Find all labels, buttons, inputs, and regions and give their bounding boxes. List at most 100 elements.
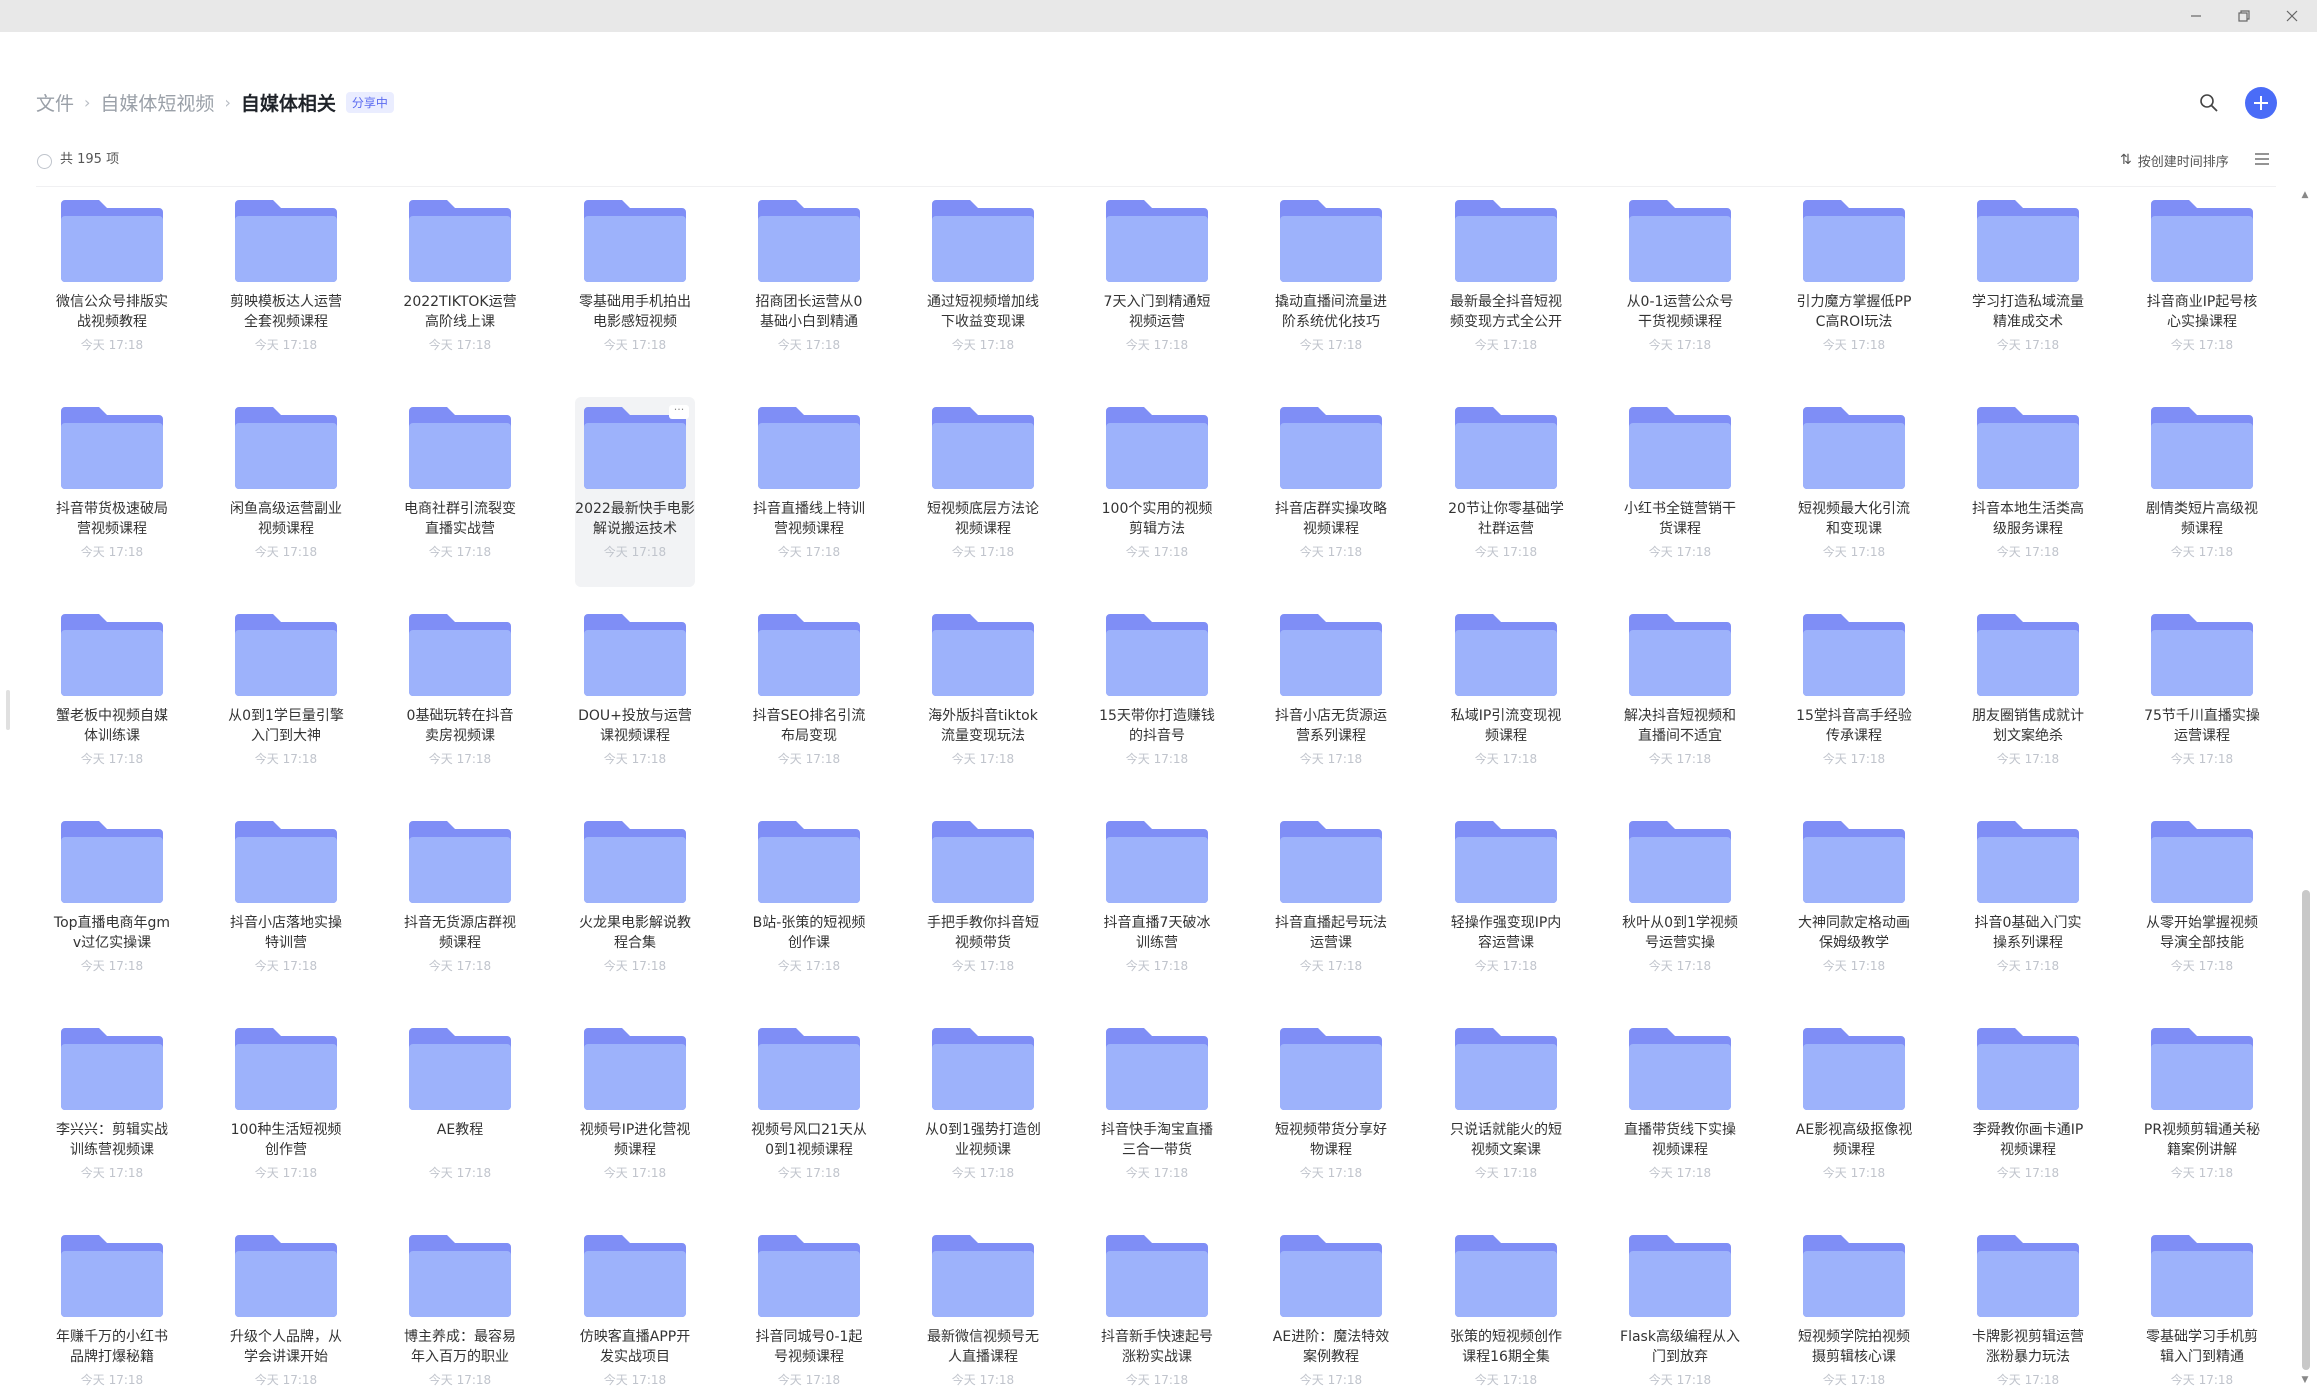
folder-item[interactable]: 抖音新手快速起号涨粉实战课 今天 17:18 [1097, 1225, 1217, 1392]
folder-item[interactable]: 2022TIKTOK运营高阶线上课 今天 17:18 [400, 190, 520, 380]
folder-name: 大神同款定格动画保姆级教学 [1798, 915, 1910, 951]
folder-time: 今天 17:18 [254, 1166, 318, 1180]
folder-item[interactable]: 秋叶从0到1学视频号运营实操 今天 17:18 [1620, 811, 1740, 1001]
folder-item[interactable]: 抖音0基础入门实操系列课程 今天 17:18 [1968, 811, 2088, 1001]
add-button[interactable] [2245, 87, 2277, 119]
folder-item[interactable]: 升级个人品牌，从学会讲课开始 今天 17:18 [226, 1225, 346, 1392]
folder-item[interactable]: AE教程 今天 17:18 [400, 1018, 520, 1208]
folder-item[interactable]: 从零开始掌握视频导演全部技能 今天 17:18 [2142, 811, 2262, 1001]
folder-item[interactable]: 抖音本地生活类高级服务课程 今天 17:18 [1968, 397, 2088, 587]
folder-item[interactable]: 100个实用的视频剪辑方法 今天 17:18 [1097, 397, 1217, 587]
scrollbar-thumb[interactable] [2302, 890, 2310, 1370]
folder-item[interactable]: 20节让你零基础学社群运营 今天 17:18 [1446, 397, 1566, 587]
folder-item[interactable]: 只说话就能火的短视频文案课 今天 17:18 [1446, 1018, 1566, 1208]
folder-item[interactable]: 最新最全抖音短视频变现方式全公开 今天 17:18 [1446, 190, 1566, 380]
folder-item[interactable]: AE进阶：魔法特效案例教程 今天 17:18 [1271, 1225, 1391, 1392]
folder-item[interactable]: 15堂抖音高手经验传承课程 今天 17:18 [1794, 604, 1914, 794]
folder-item[interactable]: 海外版抖音tiktok流量变现玩法 今天 17:18 [923, 604, 1043, 794]
more-options-icon[interactable]: ··· [669, 404, 689, 419]
folder-item[interactable]: 抖音带货极速破局营视频课程 今天 17:18 [52, 397, 172, 587]
sidebar-resize-handle[interactable] [6, 690, 10, 730]
folder-item[interactable]: 私域IP引流变现视频课程 今天 17:18 [1446, 604, 1566, 794]
folder-item[interactable]: 从0-1运营公众号干货视频课程 今天 17:18 [1620, 190, 1740, 380]
scroll-down-icon[interactable]: ▼ [2300, 1375, 2310, 1385]
folder-item[interactable]: PR视频剪辑通关秘籍案例讲解 今天 17:18 [2142, 1018, 2262, 1208]
folder-item[interactable]: 短视频底层方法论视频课程 今天 17:18 [923, 397, 1043, 587]
folder-item[interactable]: 学习打造私域流量精准成交术 今天 17:18 [1968, 190, 2088, 380]
folder-item[interactable]: 视频号IP进化营视频课程 今天 17:18 [575, 1018, 695, 1208]
folder-item[interactable]: 轻操作强变现IP内容运营课 今天 17:18 [1446, 811, 1566, 1001]
folder-item[interactable]: 短视频带货分享好物课程 今天 17:18 [1271, 1018, 1391, 1208]
folder-item[interactable]: 大神同款定格动画保姆级教学 今天 17:18 [1794, 811, 1914, 1001]
scroll-up-icon[interactable]: ▲ [2300, 190, 2310, 200]
folder-item[interactable]: 李舜教你画卡通IP视频课程 今天 17:18 [1968, 1018, 2088, 1208]
restore-icon[interactable] [2222, 0, 2266, 32]
folder-item[interactable]: 闲鱼高级运营副业视频课程 今天 17:18 [226, 397, 346, 587]
folder-item[interactable]: 0基础玩转在抖音卖房视频课 今天 17:18 [400, 604, 520, 794]
folder-item[interactable]: 撬动直播间流量进阶系统优化技巧 今天 17:18 [1271, 190, 1391, 380]
folder-item[interactable]: 抖音店群实操攻略视频课程 今天 17:18 [1271, 397, 1391, 587]
folder-item[interactable]: 从0到1学巨量引擎入门到大神 今天 17:18 [226, 604, 346, 794]
folder-item[interactable]: 抖音小店落地实操特训营 今天 17:18 [226, 811, 346, 1001]
folder-item[interactable]: 蟹老板中视频自媒体训练课 今天 17:18 [52, 604, 172, 794]
folder-item[interactable]: 抖音小店无货源运营系列课程 今天 17:18 [1271, 604, 1391, 794]
folder-item[interactable]: 7天入门到精通短视频运营 今天 17:18 [1097, 190, 1217, 380]
folder-item[interactable]: 张策的短视频创作课程16期全集 今天 17:18 [1446, 1225, 1566, 1392]
folder-item[interactable]: 抖音直播线上特训营视频课程 今天 17:18 [749, 397, 869, 587]
folder-item[interactable]: AE影视高级抠像视频课程 今天 17:18 [1794, 1018, 1914, 1208]
close-icon[interactable] [2270, 0, 2314, 32]
folder-item[interactable]: B站-张策的短视频创作课 今天 17:18 [749, 811, 869, 1001]
folder-item[interactable]: 微信公众号排版实战视频教程 今天 17:18 [52, 190, 172, 380]
folder-item[interactable]: 从0到1强势打造创业视频课 今天 17:18 [923, 1018, 1043, 1208]
folder-time: 今天 17:18 [1474, 752, 1538, 766]
folder-item[interactable]: Flask高级编程从入门到放弃 今天 17:18 [1620, 1225, 1740, 1392]
folder-item[interactable]: 最新微信视频号无人直播课程 今天 17:18 [923, 1225, 1043, 1392]
folder-item[interactable]: 抖音快手淘宝直播三合一带货 今天 17:18 [1097, 1018, 1217, 1208]
folder-item[interactable]: 直播带货线下实操视频课程 今天 17:18 [1620, 1018, 1740, 1208]
folder-item[interactable]: 短视频学院拍视频摄剪辑核心课 今天 17:18 [1794, 1225, 1914, 1392]
sort-button[interactable]: ⇅ 按创建时间排序 [2120, 150, 2229, 170]
folder-item[interactable]: 视频号风口21天从0到1视频课程 今天 17:18 [749, 1018, 869, 1208]
page-title: 自媒体相关 [240, 92, 336, 115]
folder-item[interactable]: 抖音无货源店群视频课程 今天 17:18 [400, 811, 520, 1001]
folder-item[interactable]: 解决抖音短视频和直播间不适宜 今天 17:18 [1620, 604, 1740, 794]
folder-item[interactable]: 引力魔方掌握低PPC高ROI玩法 今天 17:18 [1794, 190, 1914, 380]
folder-item[interactable]: 剧情类短片高级视频课程 今天 17:18 [2142, 397, 2262, 587]
folder-item[interactable]: 15天带你打造赚钱的抖音号 今天 17:18 [1097, 604, 1217, 794]
folder-item[interactable]: 招商团长运营从0基础小白到精通 今天 17:18 [749, 190, 869, 380]
folder-item[interactable]: 小红书全链营销干货课程 今天 17:18 [1620, 397, 1740, 587]
minimize-icon[interactable] [2174, 0, 2218, 32]
folder-item[interactable]: 李兴兴：剪辑实战训练营视频课 今天 17:18 [52, 1018, 172, 1208]
list-view-icon[interactable] [2253, 150, 2271, 168]
folder-item[interactable]: 抖音同城号0-1起号视频课程 今天 17:18 [749, 1225, 869, 1392]
breadcrumb-item-parent[interactable]: 自媒体短视频 [100, 89, 214, 116]
folder-item[interactable]: 电商社群引流裂变直播实战营 今天 17:18 [400, 397, 520, 587]
folder-item[interactable]: 零基础用手机拍出电影感短视频 今天 17:18 [575, 190, 695, 380]
folder-item[interactable]: 年赚千万的小红书品牌打爆秘籍 今天 17:18 [52, 1225, 172, 1392]
folder-item[interactable]: 75节千川直播实操运营课程 今天 17:18 [2142, 604, 2262, 794]
folder-item[interactable]: 手把手教你抖音短视频带货 今天 17:18 [923, 811, 1043, 1001]
folder-item[interactable]: 火龙果电影解说教程合集 今天 17:18 [575, 811, 695, 1001]
folder-time: 今天 17:18 [951, 1373, 1015, 1387]
folder-name: 李舜教你画卡通IP视频课程 [1972, 1122, 2084, 1158]
folder-item[interactable]: 抖音直播7天破冰训练营 今天 17:18 [1097, 811, 1217, 1001]
breadcrumb-item-files[interactable]: 文件 [36, 89, 74, 116]
search-icon[interactable] [2196, 90, 2222, 116]
folder-item[interactable]: 通过短视频增加线下收益变现课 今天 17:18 [923, 190, 1043, 380]
folder-item[interactable]: 剪映模板达人运营全套视频课程 今天 17:18 [226, 190, 346, 380]
select-all-checkbox[interactable] [37, 154, 52, 169]
folder-item[interactable]: 抖音直播起号玩法运营课 今天 17:18 [1271, 811, 1391, 1001]
folder-item[interactable]: 朋友圈销售成就计划文案绝杀 今天 17:18 [1968, 604, 2088, 794]
folder-item[interactable]: 抖音商业IP起号核心实操课程 今天 17:18 [2142, 190, 2262, 380]
folder-item[interactable]: 2022最新快手电影解说搬运技术 今天 17:18 ··· [575, 397, 695, 587]
folder-item[interactable]: 100种生活短视频创作营 今天 17:18 [226, 1018, 346, 1208]
folder-item[interactable]: 零基础学习手机剪辑入门到精通 今天 17:18 [2142, 1225, 2262, 1392]
folder-item[interactable]: 短视频最大化引流和变现课 今天 17:18 [1794, 397, 1914, 587]
folder-item[interactable]: Top直播电商年gmv过亿实操课 今天 17:18 [52, 811, 172, 1001]
folder-item[interactable]: 卡牌影视剪辑运营涨粉暴力玩法 今天 17:18 [1968, 1225, 2088, 1392]
folder-item[interactable]: 仿映客直播APP开发实战项目 今天 17:18 [575, 1225, 695, 1392]
folder-item[interactable]: 博主养成：最容易年入百万的职业 今天 17:18 [400, 1225, 520, 1392]
folder-icon [1803, 407, 1905, 489]
folder-item[interactable]: DOU+投放与运营课视频课程 今天 17:18 [575, 604, 695, 794]
folder-item[interactable]: 抖音SEO排名引流布局变现 今天 17:18 [749, 604, 869, 794]
